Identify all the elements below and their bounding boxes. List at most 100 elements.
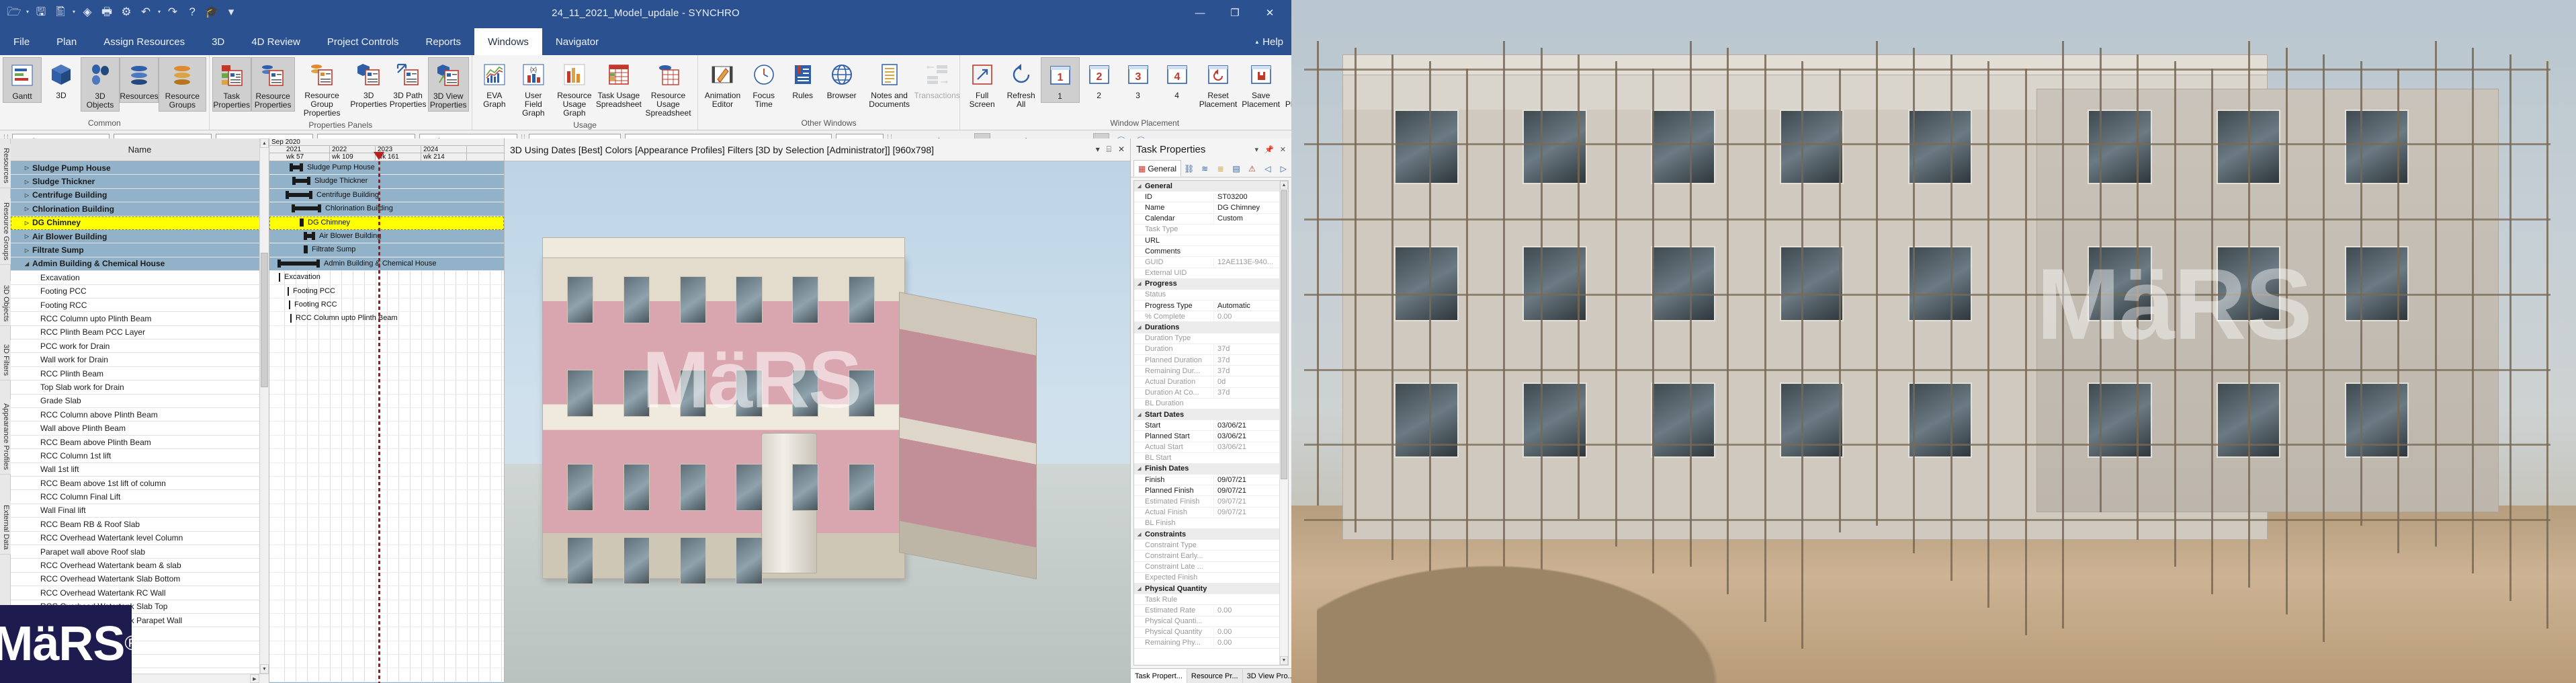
gantt-row[interactable]: [269, 518, 504, 532]
rail-tab-external-data[interactable]: External Data: [0, 501, 11, 555]
task-row[interactable]: Grade Slab: [11, 395, 269, 409]
properties-row[interactable]: Progress Type Automatic: [1134, 300, 1279, 312]
property-value[interactable]: Custom: [1213, 214, 1279, 223]
properties-group-row[interactable]: ◢ Constraints: [1134, 529, 1279, 540]
properties-pin-icon[interactable]: 📌: [1264, 145, 1274, 154]
next-tab-icon[interactable]: ▷: [1281, 164, 1287, 173]
gantt-row[interactable]: Chlorination Building: [269, 202, 504, 216]
resource-groups-tab-icon[interactable]: ≣: [1217, 164, 1224, 173]
property-value[interactable]: 37d: [1213, 389, 1279, 397]
task-row[interactable]: ▷ DG Chimney: [11, 216, 269, 230]
gantt-row[interactable]: [269, 436, 504, 450]
gantt-bar[interactable]: [279, 273, 280, 282]
property-value[interactable]: 03/06/21: [1213, 432, 1279, 440]
ribbon-button-resource-group-properties[interactable]: Resource Group Properties: [295, 57, 349, 119]
properties-row[interactable]: BL Finish: [1134, 518, 1279, 529]
ribbon-button-resource-properties[interactable]: Resource Properties: [251, 57, 295, 112]
property-value[interactable]: 09/07/21: [1213, 475, 1279, 484]
gantt-bar[interactable]: [290, 314, 292, 323]
gantt-bar[interactable]: [292, 177, 310, 186]
properties-row[interactable]: BL Duration: [1134, 399, 1279, 409]
menu-item-project-controls[interactable]: Project Controls: [314, 28, 413, 55]
properties-row[interactable]: % Complete 0.00: [1134, 311, 1279, 323]
gantt-row[interactable]: [269, 641, 504, 655]
task-row[interactable]: Footing RCC: [11, 298, 269, 313]
gantt-row[interactable]: Air Blower Building: [269, 229, 504, 244]
property-value[interactable]: 09/07/21: [1213, 486, 1279, 495]
group-collapse-icon[interactable]: ◢: [1137, 325, 1141, 330]
ribbon-button-rules[interactable]: Rules: [783, 57, 822, 102]
gantt-row[interactable]: [269, 600, 504, 614]
gantt-row[interactable]: Centrifuge Building: [269, 188, 504, 203]
3d-view-pin-icon[interactable]: ⌸: [1107, 145, 1111, 155]
properties-tab-user-fields-tab-icon[interactable]: ▤: [1228, 160, 1244, 177]
gantt-row[interactable]: [269, 586, 504, 600]
properties-row[interactable]: Start 03/06/21: [1134, 420, 1279, 432]
task-row[interactable]: RCC Plinth Beam PCC Layer: [11, 326, 269, 340]
property-value[interactable]: 37d: [1213, 345, 1279, 354]
maximize-button[interactable]: ❐: [1217, 1, 1252, 24]
rail-tab-resources[interactable]: Resources: [0, 144, 11, 188]
rail-tab-resource-groups[interactable]: Resource Groups: [0, 198, 11, 266]
property-value[interactable]: ST03200: [1213, 192, 1279, 201]
chevron-right-icon[interactable]: ▷: [25, 165, 29, 171]
task-row[interactable]: Wall work for Drain: [11, 353, 269, 367]
task-row[interactable]: Footing PCC: [11, 285, 269, 298]
rail-tab-3d-filters[interactable]: 3D Filters: [0, 340, 11, 381]
gantt-bar[interactable]: [290, 163, 303, 171]
ribbon-button-reset-placement[interactable]: Reset Placement: [1197, 57, 1240, 110]
ribbon-toolbar[interactable]: Gantt 3D 3D Objects Resources Resource Group…: [0, 55, 1291, 130]
property-value[interactable]: 12AE113E-940...: [1213, 257, 1279, 266]
properties-row[interactable]: Estimated Rate 0.00: [1134, 605, 1279, 616]
menu-item-file[interactable]: File: [0, 28, 43, 55]
gantt-row[interactable]: [269, 573, 504, 587]
gantt-row[interactable]: [269, 367, 504, 381]
gantt-row[interactable]: [269, 408, 504, 422]
ribbon-button-save-placement[interactable]: Save Placement: [1240, 57, 1281, 110]
properties-row[interactable]: Remaining Phy... 0.00: [1134, 638, 1279, 649]
chevron-right-icon[interactable]: ▷: [25, 247, 29, 253]
task-row[interactable]: ▷ Sludge Thickner: [11, 175, 269, 189]
window-controls[interactable]: — ❐ ✕: [1183, 1, 1287, 24]
bottom-tab-2[interactable]: 3D View Pro...: [1243, 669, 1291, 683]
property-value[interactable]: 0.00: [1213, 639, 1279, 647]
task-row[interactable]: Wall Final lift: [11, 504, 269, 518]
properties-row[interactable]: Physical Quanti...: [1134, 616, 1279, 627]
gantt-bar[interactable]: [288, 286, 289, 296]
menu-bar[interactable]: File Plan Assign Resources 3D 4D Review Proje…: [0, 28, 1291, 55]
properties-row[interactable]: Actual Duration 0d: [1134, 376, 1279, 388]
properties-group-row[interactable]: ◢ General: [1134, 181, 1279, 192]
gantt-row[interactable]: [269, 353, 504, 367]
group-collapse-icon[interactable]: ◢: [1137, 412, 1141, 417]
property-value[interactable]: DG Chimney: [1213, 203, 1279, 212]
task-row[interactable]: RCC Beam above 1st lift of column: [11, 477, 269, 491]
ribbon-button-resource-usage-spreadsheet[interactable]: Resource Usage Spreadsheet: [642, 57, 695, 119]
properties-group-row[interactable]: ◢ Start Dates: [1134, 409, 1279, 421]
group-collapse-icon[interactable]: ◢: [1137, 586, 1141, 592]
gantt-row[interactable]: [269, 463, 504, 477]
expand-toggle[interactable]: ▷: [13, 220, 32, 226]
gantt-row[interactable]: [269, 668, 504, 682]
bottom-tab-0[interactable]: Task Propert...: [1131, 669, 1187, 683]
bottom-tab-1[interactable]: Resource Pr...: [1187, 669, 1243, 683]
gantt-row[interactable]: [269, 449, 504, 463]
task-row[interactable]: RCC Beam above Plinth Beam: [11, 436, 269, 450]
expand-toggle[interactable]: ▷: [13, 192, 32, 198]
properties-row[interactable]: External UID: [1134, 268, 1279, 279]
properties-close-icon[interactable]: ✕: [1280, 145, 1286, 154]
properties-row[interactable]: Comments: [1134, 246, 1279, 257]
ribbon-button-user-field-graph[interactable]: {x} User Field Graph: [514, 57, 553, 119]
properties-row[interactable]: Physical Quantity 0.00: [1134, 627, 1279, 638]
chevron-right-icon[interactable]: ▷: [25, 206, 29, 212]
gantt-bars-area[interactable]: Sludge Pump House Sludge Thickner Centrifu…: [269, 161, 504, 683]
rail-tab-3d-objects[interactable]: 3D Objects: [0, 281, 11, 327]
properties-row[interactable]: Remaining Dur... 37d: [1134, 366, 1279, 377]
properties-row[interactable]: URL: [1134, 235, 1279, 247]
group-collapse-icon[interactable]: ◢: [1137, 281, 1141, 286]
properties-row[interactable]: Planned Start 03/06/21: [1134, 431, 1279, 442]
properties-tab-prev-tab-icon[interactable]: ◁: [1260, 160, 1275, 177]
task-row[interactable]: RCC Plinth Beam: [11, 367, 269, 381]
properties-row[interactable]: BL Start: [1134, 453, 1279, 464]
task-row[interactable]: RCC Overhead Watertank level Column: [11, 532, 269, 545]
gantt-row[interactable]: Footing RCC: [269, 298, 504, 313]
